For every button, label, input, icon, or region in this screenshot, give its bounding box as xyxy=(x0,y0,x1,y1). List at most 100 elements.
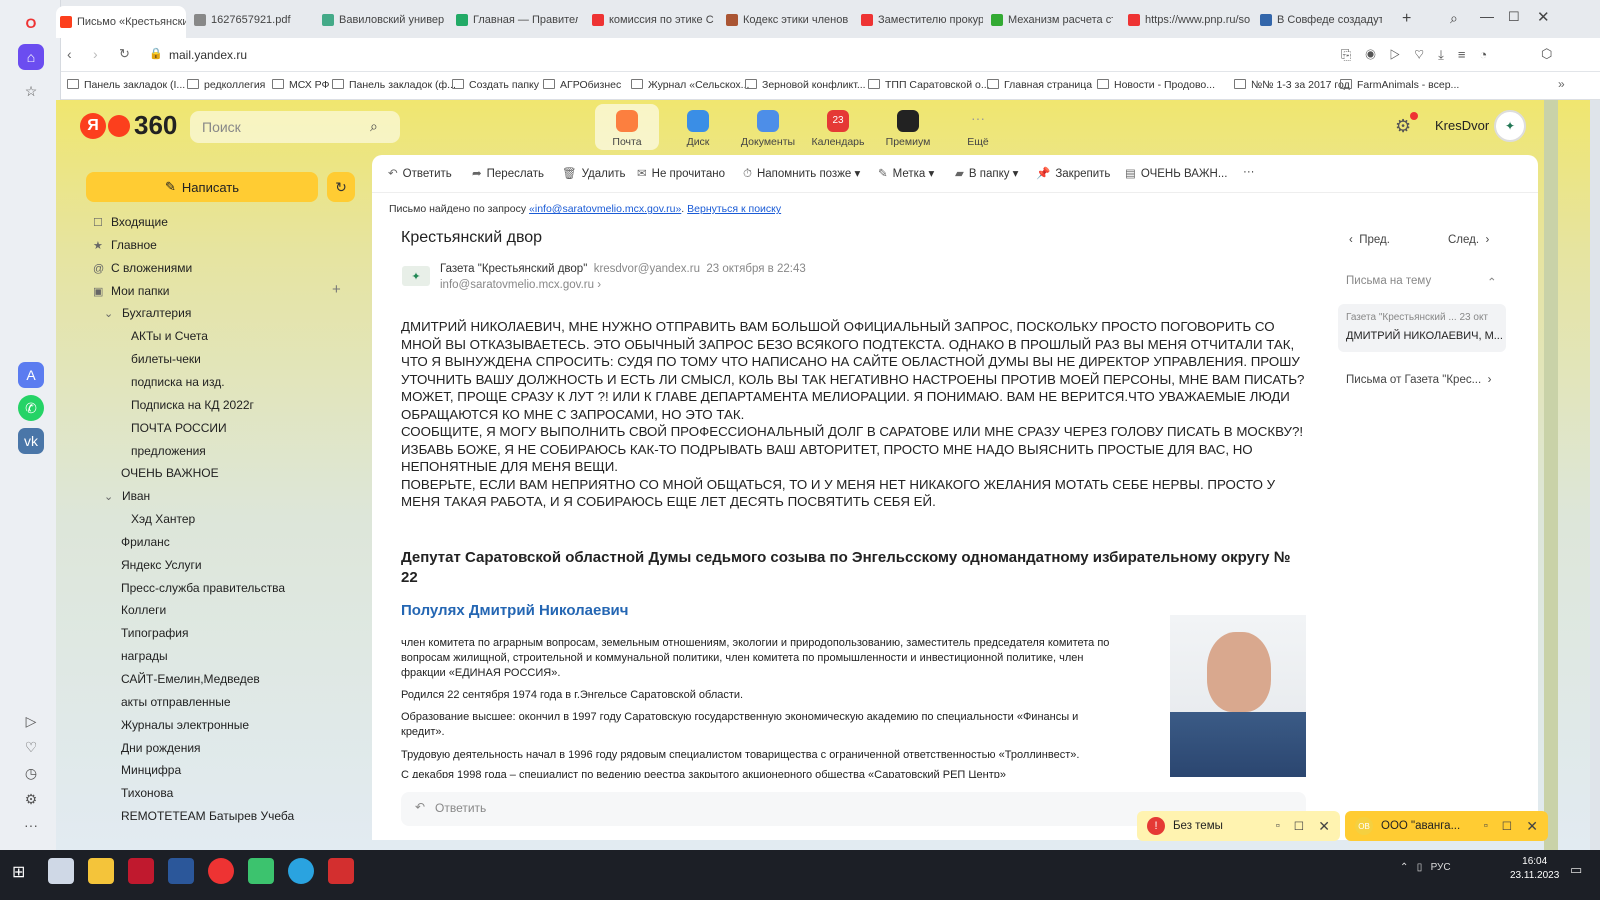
bookmark-item[interactable]: Новости - Продово... xyxy=(1097,79,1215,91)
folder-item[interactable]: REMOTETEAM Батырев Учеба xyxy=(121,809,294,823)
recipient-email[interactable]: info@saratovmelio.mcx.gov.ru xyxy=(440,279,594,291)
play-icon[interactable]: ▷ xyxy=(18,708,44,734)
word-icon[interactable] xyxy=(168,858,194,884)
minimize-icon[interactable]: — xyxy=(1480,8,1494,24)
bookmarks-more-icon[interactable]: » xyxy=(1558,77,1565,91)
yandex-browser-icon[interactable] xyxy=(208,858,234,884)
bookmark-item[interactable]: Главная страница xyxy=(987,79,1092,91)
avatar[interactable]: ✦ xyxy=(1494,110,1526,142)
service-4[interactable]: Премиум xyxy=(876,104,940,150)
bookmark-item[interactable]: №№ 1-3 за 2017 год xyxy=(1234,79,1350,91)
folder-item[interactable]: ☐ Входящие xyxy=(93,215,168,229)
maximize-icon[interactable]: ☐ xyxy=(1508,9,1520,25)
folder-item[interactable]: Яндекс Услуги xyxy=(121,558,202,572)
toolbar-button-7[interactable]: 📌 Закрепить xyxy=(1036,166,1110,180)
toolbar-button-6[interactable]: ▰ В папку ▾ xyxy=(955,166,1018,180)
toolbar-button-9[interactable]: ··· xyxy=(1243,166,1255,178)
star-icon[interactable]: ☆ xyxy=(18,78,44,104)
toolbar-button-4[interactable]: ⏱ Напомнить позже ▾ xyxy=(743,166,860,181)
username[interactable]: KresDvor xyxy=(1435,118,1489,133)
telegram-icon[interactable] xyxy=(288,858,314,884)
address-actions-icons[interactable]: ⎘◉▷♡⤓≡◔ xyxy=(1341,47,1501,63)
search-tabs-icon[interactable]: ⌕ xyxy=(1450,10,1458,27)
next-button[interactable]: След. › xyxy=(1448,234,1489,246)
prev-button[interactable]: ‹ Пред. xyxy=(1349,234,1390,246)
toolbar-button-1[interactable]: ➦ Переслать xyxy=(472,166,544,180)
sender-email[interactable]: kresdvor@yandex.ru xyxy=(594,263,700,275)
folder-item[interactable]: Минцифра xyxy=(121,763,181,777)
bookmark-item[interactable]: редколлегия xyxy=(187,79,265,91)
tab-4[interactable]: комиссия по этике Сар xyxy=(588,8,714,32)
chevron-right-icon[interactable]: › xyxy=(597,279,601,291)
home-icon[interactable]: ⌂ xyxy=(18,44,44,70)
reload-icon[interactable]: ↻ xyxy=(119,46,130,62)
extensions-icon[interactable]: ⬡ xyxy=(1541,46,1552,62)
back-to-search-link[interactable]: Вернуться к поиску xyxy=(687,203,781,215)
folder-item[interactable]: Коллеги xyxy=(121,603,166,617)
url-field[interactable]: mail.yandex.ru xyxy=(169,48,247,62)
folder-item[interactable]: Журналы электронные xyxy=(121,718,249,732)
folder-item[interactable]: предложения xyxy=(131,444,206,458)
tab-2[interactable]: Вавиловский университ xyxy=(318,8,444,32)
toolbar-button-8[interactable]: ▤ ОЧЕНЬ ВАЖН... xyxy=(1125,166,1227,180)
draft-toast-2[interactable]: ОВ ООО "аванга... ▫ ☐ ✕ xyxy=(1345,811,1548,841)
more-icon[interactable]: ··· xyxy=(18,812,44,838)
bookmark-item[interactable]: Панель закладок (ф... xyxy=(332,79,456,91)
bookmark-item[interactable]: ТПП Саратовской о... xyxy=(868,79,990,91)
language-indicator[interactable]: РУС xyxy=(1431,862,1451,873)
folder-item[interactable]: Фриланс xyxy=(121,535,170,549)
bookmark-item[interactable]: Зерновой конфликт... xyxy=(745,79,866,91)
thread-title[interactable]: Письма на тему xyxy=(1346,275,1431,287)
bookmark-item[interactable]: Создать папку xyxy=(452,79,539,91)
tab-9[interactable]: В Совфеде создадут эф xyxy=(1256,8,1382,32)
toolbar-button-5[interactable]: ✎ Метка ▾ xyxy=(878,166,934,180)
folder-item[interactable]: ПОЧТА РОССИИ xyxy=(131,421,227,435)
history-icon[interactable]: ◷ xyxy=(18,760,44,786)
chevron-up-icon[interactable]: ⌃ xyxy=(1487,275,1497,289)
folder-item[interactable]: АКТы и Счета xyxy=(131,329,208,343)
opera-logo-icon[interactable]: O xyxy=(18,10,44,36)
notepad-icon[interactable] xyxy=(48,858,74,884)
bookmark-item[interactable]: АГРОбизнес xyxy=(543,79,621,91)
tab-6[interactable]: Заместителю прокурор xyxy=(857,8,983,32)
tab-1[interactable]: 1627657921.pdf xyxy=(190,8,316,32)
toolbar-button-3[interactable]: ✉ Не прочитано xyxy=(637,166,725,180)
windows-start-icon[interactable]: ⊞ xyxy=(12,862,25,882)
service-2[interactable]: Документы xyxy=(736,104,800,150)
folder-item[interactable]: ОЧЕНЬ ВАЖНОЕ xyxy=(121,466,219,480)
folder-item[interactable]: Хэд Хантер xyxy=(131,512,195,526)
service-5[interactable]: ··· Ещё xyxy=(946,104,1010,150)
whatsapp-icon[interactable]: ✆ xyxy=(18,395,44,421)
folder-item[interactable]: Пресс-служба правительства xyxy=(121,581,285,595)
folder-item[interactable]: акты отправленные xyxy=(121,695,231,709)
page-scrollbar[interactable] xyxy=(1544,100,1558,858)
service-1[interactable]: Диск xyxy=(666,104,730,150)
toolbar-button-2[interactable]: 🗑 Удалить xyxy=(562,166,626,180)
letters-from-link[interactable]: Письма от Газета "Крес... › xyxy=(1346,374,1491,386)
compose-button[interactable]: ✎ Написать xyxy=(86,172,318,202)
refresh-button[interactable]: ↻ xyxy=(327,172,355,202)
folder-item[interactable]: ★ Главное xyxy=(93,238,157,252)
heart-icon[interactable]: ♡ xyxy=(18,734,44,760)
new-tab-icon[interactable]: + xyxy=(1402,10,1411,28)
folder-item[interactable]: награды xyxy=(121,649,168,663)
expand-draft-icon[interactable]: ☐ xyxy=(1294,819,1304,833)
tab-5[interactable]: Кодекс этики членов С xyxy=(722,8,848,32)
bookmark-item[interactable]: МСХ РФ xyxy=(272,79,330,91)
bookmark-item[interactable]: Панель закладок (I... xyxy=(67,79,185,91)
settings-gear-icon[interactable]: ⚙ xyxy=(1395,116,1411,137)
sender-name[interactable]: Газета "Крестьянский двор" xyxy=(440,263,587,275)
file-explorer-icon[interactable] xyxy=(88,858,114,884)
tab-0[interactable]: Письмо «Крестьянский д xyxy=(56,6,186,38)
folder-item[interactable]: подписка на изд. xyxy=(131,375,225,389)
folder-item[interactable]: ⌄ Иван xyxy=(104,489,150,503)
app-icon[interactable]: A xyxy=(18,362,44,388)
folder-item[interactable]: Дни рождения xyxy=(121,741,201,755)
search-icon[interactable]: ⌕ xyxy=(370,118,378,135)
bookmark-item[interactable]: FarmAnimals - всер... xyxy=(1340,79,1459,91)
folder-item[interactable]: САЙТ-Емелин,Медведев xyxy=(121,672,260,686)
notice-query-link[interactable]: «info@saratovmelio.mcx.gov.ru» xyxy=(529,203,681,215)
close-draft-icon[interactable]: ✕ xyxy=(1318,818,1330,835)
system-tray[interactable]: ⌃ ▯ РУС xyxy=(1400,862,1451,873)
clock[interactable]: 16:04 23.11.2023 xyxy=(1510,855,1559,883)
